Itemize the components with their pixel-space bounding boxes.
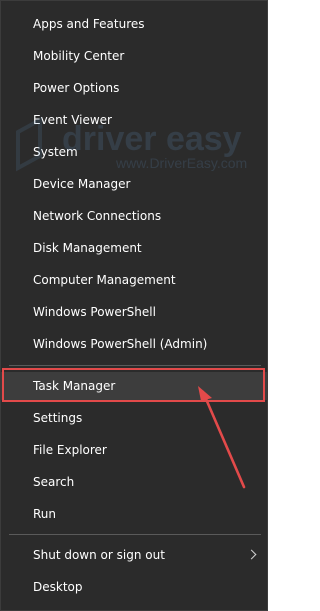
menu-separator — [9, 534, 261, 535]
menu-item-computer-management[interactable]: Computer Management — [1, 266, 267, 294]
menu-item-label: Shut down or sign out — [33, 548, 165, 562]
annotation-highlight-box — [2, 368, 265, 402]
menu-item-search[interactable]: Search — [1, 468, 267, 496]
menu-item-file-explorer[interactable]: File Explorer — [1, 436, 267, 464]
menu-item-mobility-center[interactable]: Mobility Center — [1, 42, 267, 70]
menu-item-windows-powershell[interactable]: Windows PowerShell — [1, 298, 267, 326]
menu-item-device-manager[interactable]: Device Manager — [1, 170, 267, 198]
menu-item-run[interactable]: Run — [1, 500, 267, 528]
menu-item-event-viewer[interactable]: Event Viewer — [1, 106, 267, 134]
menu-item-apps-and-features[interactable]: Apps and Features — [1, 10, 267, 38]
menu-item-windows-powershell-admin[interactable]: Windows PowerShell (Admin) — [1, 330, 267, 358]
menu-item-network-connections[interactable]: Network Connections — [1, 202, 267, 230]
menu-item-shut-down-or-sign-out[interactable]: Shut down or sign out — [1, 541, 267, 569]
context-menu: Apps and Features Mobility Center Power … — [0, 0, 268, 611]
menu-item-power-options[interactable]: Power Options — [1, 74, 267, 102]
chevron-right-icon — [246, 549, 257, 560]
menu-item-settings[interactable]: Settings — [1, 404, 267, 432]
menu-item-disk-management[interactable]: Disk Management — [1, 234, 267, 262]
menu-separator — [9, 365, 261, 366]
menu-item-system[interactable]: System — [1, 138, 267, 166]
menu-item-desktop[interactable]: Desktop — [1, 573, 267, 601]
